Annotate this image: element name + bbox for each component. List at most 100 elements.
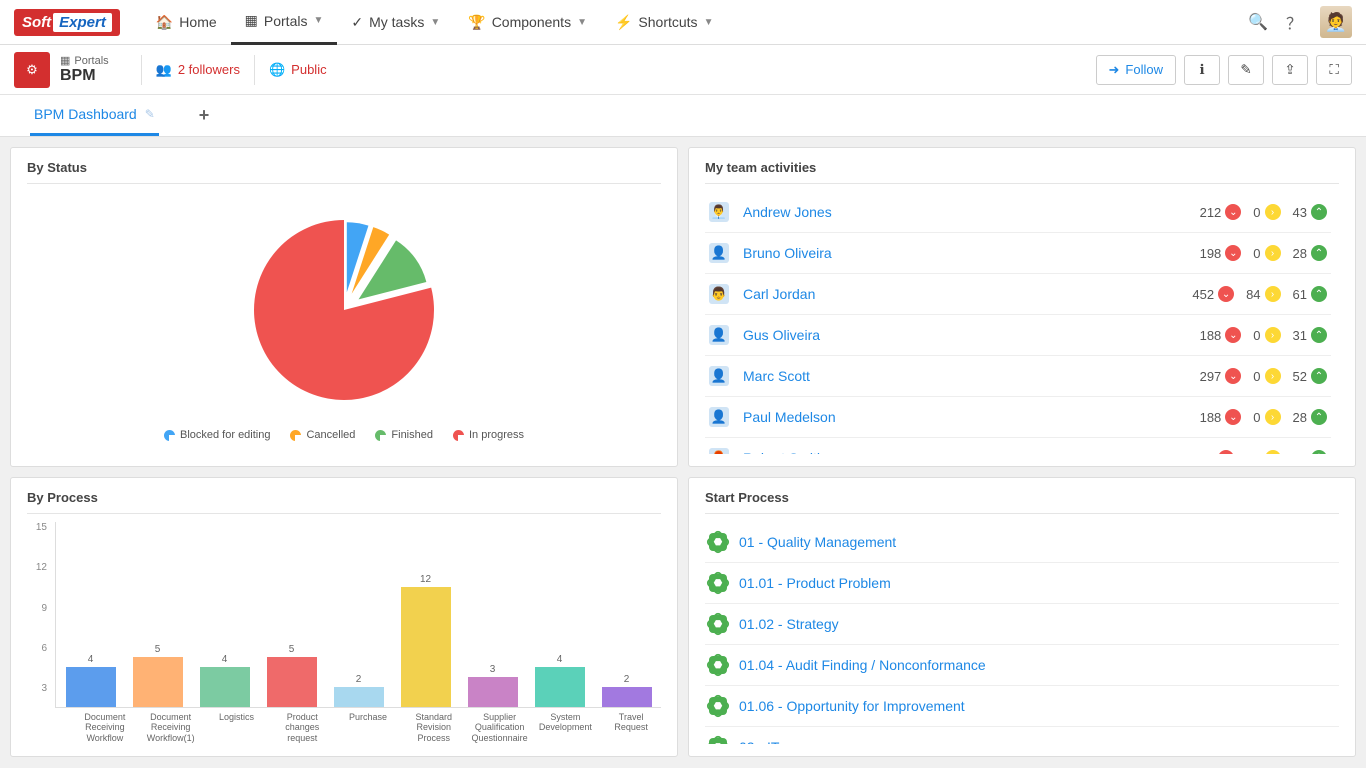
followers-link[interactable]: 👥 2 followers: [156, 62, 240, 78]
pie-legend: Blocked for editing Cancelled Finished In p…: [164, 429, 524, 441]
team-stats: 188 ⌄0 ›28 ⌃: [1200, 409, 1327, 425]
nav-home[interactable]: 🏠Home: [142, 0, 231, 45]
badge-up-icon: ⌃: [1311, 286, 1327, 302]
process-row[interactable]: ⬣02 - IT: [705, 727, 1339, 744]
team-member-link[interactable]: Carl Jordan: [743, 286, 1192, 302]
stat-red: 188 ⌄: [1200, 327, 1242, 343]
legend-label: In progress: [469, 429, 524, 441]
badge-right-icon: ›: [1265, 368, 1281, 384]
nav-shortcuts[interactable]: ⚡Shortcuts▼: [601, 0, 727, 45]
portal-header: ⚙ ▦Portals BPM 👥 2 followers 🌐 Public ➜ …: [0, 45, 1366, 95]
process-link[interactable]: 01.04 - Audit Finding / Nonconformance: [739, 657, 986, 673]
nav-label: My tasks: [369, 14, 424, 30]
help-icon[interactable]: ？: [1286, 10, 1302, 34]
team-stats: 297 ⌄0 ›52 ⌃: [1200, 368, 1327, 384]
info-button[interactable]: ℹ: [1184, 55, 1220, 85]
avatar: 👨‍💼: [709, 202, 729, 222]
user-avatar[interactable]: 🧑‍💼: [1320, 6, 1352, 38]
follow-button[interactable]: ➜ Follow: [1096, 55, 1176, 85]
top-nav: Soft Expert 🏠Home▦Portals▼✓My tasks▼🏆Com…: [0, 0, 1366, 45]
y-tick: 12: [36, 562, 47, 573]
stat-green: 31 ⌃: [1293, 327, 1327, 343]
dashboard-grid: By Status Blocked for editingCancelledFi…: [0, 137, 1366, 767]
nav-portals[interactable]: ▦Portals▼: [231, 0, 338, 45]
process-row[interactable]: ⬣01.04 - Audit Finding / Nonconformance: [705, 645, 1339, 686]
bar[interactable]: [468, 677, 518, 707]
bar[interactable]: [267, 657, 317, 707]
bar-value: 3: [490, 664, 496, 675]
badge-down-icon: ⌄: [1225, 368, 1241, 384]
nav-components[interactable]: 🏆Components▼: [454, 0, 601, 45]
bar-wrap: 12: [395, 574, 456, 707]
x-label: Logistics: [207, 712, 267, 744]
card-by-status: By Status Blocked for editingCancelledFi…: [10, 147, 678, 467]
legend-item[interactable]: In progress: [453, 429, 524, 441]
search-icon[interactable]: 🔍: [1248, 12, 1268, 32]
team-member-link[interactable]: Paul Medelson: [743, 409, 1200, 425]
team-list[interactable]: 👨‍💼Andrew Jones212 ⌄0 ›43 ⌃👤Bruno Olivei…: [705, 192, 1339, 454]
fullscreen-button[interactable]: ⛶: [1316, 55, 1352, 85]
info-icon: ℹ: [1199, 62, 1204, 78]
team-member-link[interactable]: Marc Scott: [743, 368, 1200, 384]
y-axis: 1512963: [27, 522, 47, 744]
stat-yellow: 84 ›: [1246, 286, 1280, 302]
pencil-icon[interactable]: ✎: [145, 107, 155, 121]
bar[interactable]: [602, 687, 652, 707]
process-row[interactable]: ⬣01 - Quality Management: [705, 522, 1339, 563]
follow-label: Follow: [1125, 62, 1163, 77]
bar-value: 4: [88, 654, 94, 665]
nav-label: Shortcuts: [638, 14, 697, 30]
bar[interactable]: [535, 667, 585, 707]
logo[interactable]: Soft Expert: [14, 9, 120, 36]
process-row[interactable]: ⬣01.01 - Product Problem: [705, 563, 1339, 604]
bar[interactable]: [334, 687, 384, 707]
nav-icon: ⚡: [615, 14, 632, 31]
process-row[interactable]: ⬣01.02 - Strategy: [705, 604, 1339, 645]
process-link[interactable]: 01.02 - Strategy: [739, 616, 839, 632]
legend-item[interactable]: Finished: [375, 429, 433, 441]
x-label: Document Receiving Workflow(1): [141, 712, 201, 744]
process-link[interactable]: 01.06 - Opportunity for Improvement: [739, 698, 965, 714]
tab-bpm-dashboard[interactable]: BPM Dashboard ✎: [30, 95, 159, 136]
bar[interactable]: [200, 667, 250, 707]
bar[interactable]: [133, 657, 183, 707]
logo-expert: Expert: [53, 13, 112, 32]
share-button[interactable]: ⇪: [1272, 55, 1308, 85]
dashboard-tabs: BPM Dashboard ✎ +: [0, 95, 1366, 137]
visibility-label: Public: [291, 62, 326, 77]
legend-label: Blocked for editing: [180, 429, 271, 441]
process-row[interactable]: ⬣01.06 - Opportunity for Improvement: [705, 686, 1339, 727]
nav-my-tasks[interactable]: ✓My tasks▼: [337, 0, 454, 45]
team-member-link[interactable]: Andrew Jones: [743, 204, 1200, 220]
team-member-link[interactable]: Bruno Oliveira: [743, 245, 1200, 261]
team-member-link[interactable]: Robert Smith: [743, 450, 1192, 454]
add-tab-button[interactable]: +: [199, 105, 210, 126]
avatar: 👨‍🦰: [709, 448, 729, 454]
separator: [254, 55, 255, 85]
portal-name: BPM: [60, 67, 109, 85]
process-link[interactable]: 02 - IT: [739, 739, 779, 744]
bar[interactable]: [401, 587, 451, 707]
legend-item[interactable]: Cancelled: [290, 429, 355, 441]
process-list[interactable]: ⬣01 - Quality Management⬣01.01 - Product…: [705, 522, 1339, 744]
legend-label: Cancelled: [306, 429, 355, 441]
team-stats: 452 ⌄84 ›61 ⌃: [1192, 286, 1327, 302]
legend-item[interactable]: Blocked for editing: [164, 429, 271, 441]
visibility-link[interactable]: 🌐 Public: [269, 62, 327, 78]
badge-down-icon: ⌄: [1218, 450, 1234, 454]
bars-area: 4545212342: [55, 522, 661, 708]
legend-swatch: [290, 430, 301, 441]
pie-slice-in-progress[interactable]: [254, 220, 434, 400]
badge-up-icon: ⌃: [1311, 450, 1327, 454]
bar[interactable]: [66, 667, 116, 707]
badge-right-icon: ›: [1265, 327, 1281, 343]
stat-red: 452 ⌄: [1192, 286, 1234, 302]
process-link[interactable]: 01 - Quality Management: [739, 534, 896, 550]
edit-button[interactable]: ✎: [1228, 55, 1264, 85]
process-link[interactable]: 01.01 - Product Problem: [739, 575, 891, 591]
team-member-link[interactable]: Gus Oliveira: [743, 327, 1200, 343]
x-label: Purchase: [338, 712, 398, 744]
badge-right-icon: ›: [1265, 450, 1281, 454]
badge-up-icon: ⌃: [1311, 204, 1327, 220]
nav-label: Components: [492, 14, 571, 30]
